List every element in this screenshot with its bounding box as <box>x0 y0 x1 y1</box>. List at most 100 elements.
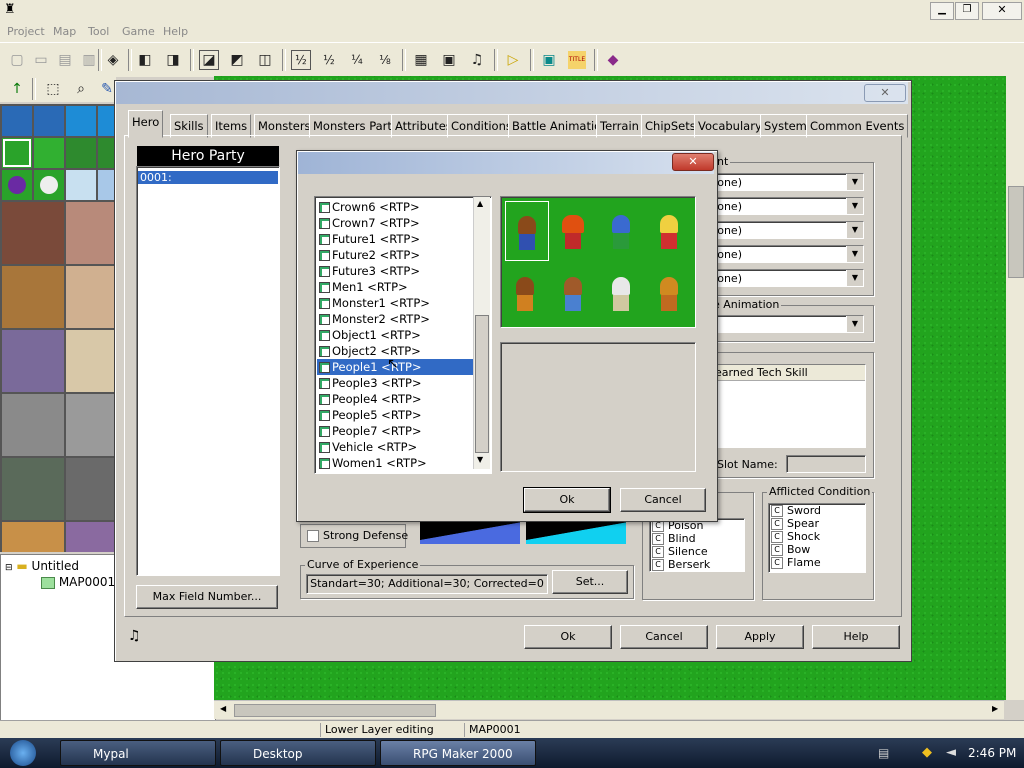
charset-list-item[interactable]: Vehicle <RTP> <box>317 439 417 455</box>
hero-list-item[interactable]: 0001: <box>138 171 278 184</box>
tile[interactable] <box>66 202 116 264</box>
menu-help[interactable]: Help <box>163 25 188 38</box>
database-close-button[interactable]: ✕ <box>864 84 906 102</box>
max-field-number-button[interactable]: Max Field Number... <box>136 585 278 609</box>
tree-root[interactable]: ⊟ ▬ Untitled <box>5 559 79 575</box>
equipment-accessory-select[interactable]: None) ▼ <box>708 269 864 287</box>
new-project-icon[interactable]: ▢ <box>8 51 26 69</box>
tech-skill-list[interactable]: earned Tech Skill <box>708 364 866 448</box>
charset-cancel-button[interactable]: Cancel <box>620 488 706 512</box>
charset-list-item[interactable]: People7 <RTP> <box>317 423 422 439</box>
animation-select[interactable]: ▼ <box>708 315 864 333</box>
upper-layer-icon[interactable]: ◨ <box>164 51 182 69</box>
fullscreen-icon[interactable]: ▣ <box>540 51 558 69</box>
sprite-cell[interactable] <box>649 267 689 323</box>
close-button[interactable]: ✕ <box>982 2 1022 20</box>
database-help-button[interactable]: Help <box>812 625 900 649</box>
zoom-1-2-icon[interactable]: ½ <box>320 51 338 69</box>
clock[interactable]: 2:46 PM <box>968 746 1016 760</box>
save-icon[interactable]: ▥ <box>80 51 98 69</box>
tile[interactable] <box>2 394 64 456</box>
events-layer-icon[interactable]: ◪ <box>199 50 219 70</box>
tile[interactable] <box>66 170 96 200</box>
sprite-cell[interactable] <box>505 267 545 323</box>
menu-tool[interactable]: Tool <box>88 25 109 38</box>
keyboard-icon[interactable]: ▤ <box>878 746 889 760</box>
tile[interactable] <box>2 458 64 520</box>
sprite-cell[interactable] <box>553 267 593 323</box>
tile[interactable] <box>34 106 64 136</box>
open-project-icon[interactable]: ▭ <box>32 51 50 69</box>
charset-close-button[interactable]: ✕ <box>672 153 714 171</box>
charset-ok-button[interactable]: Ok <box>523 487 611 513</box>
tile[interactable] <box>66 138 96 168</box>
menu-map[interactable]: Map <box>53 25 76 38</box>
condition-list[interactable]: C Sword C Spear C Shock C Bow C Flame <box>768 503 866 573</box>
list-item[interactable]: C Bow <box>769 543 865 556</box>
title-icon[interactable]: TITLE <box>568 51 586 69</box>
sprite-cell[interactable] <box>601 201 641 257</box>
tile-selected[interactable] <box>2 138 32 168</box>
tile[interactable] <box>66 330 116 392</box>
sprite-cell[interactable] <box>601 267 641 323</box>
start-orb-icon[interactable] <box>10 740 36 766</box>
charset-preview[interactable] <box>500 196 696 328</box>
restore-button[interactable]: ❐ <box>955 2 979 20</box>
attribute-list[interactable]: C Poison C Blind C Silence C Berserk <box>649 518 745 572</box>
lower-layer-icon[interactable]: ◧ <box>136 51 154 69</box>
database-ok-button[interactable]: Ok <box>524 625 612 649</box>
magnifier-icon[interactable]: ⌕ <box>72 80 90 98</box>
music-icon[interactable]: ♫ <box>468 51 486 69</box>
material-icon[interactable]: ▣ <box>440 51 458 69</box>
equipment-weapon-select[interactable]: None) ▼ <box>708 173 864 191</box>
charset-list-item[interactable]: People3 <RTP> <box>317 375 422 391</box>
list-item[interactable]: C Blind <box>650 532 744 545</box>
mp-curve-graph[interactable] <box>526 522 626 544</box>
tile[interactable] <box>2 202 64 264</box>
task-desktop[interactable]: Desktop <box>220 740 376 766</box>
charset-list-item[interactable]: Object1 <RTP> <box>317 327 421 343</box>
volume-icon[interactable]: ◄ <box>946 745 956 760</box>
shield-icon[interactable]: ◆ <box>922 745 932 760</box>
charset-list-scrollbar[interactable]: ▲ ▼ <box>473 197 490 469</box>
menu-game[interactable]: Game <box>122 25 155 38</box>
zoom-1-1-icon[interactable]: ½ <box>291 50 311 70</box>
play-test-icon[interactable]: ▷ <box>504 51 522 69</box>
charset-list-item[interactable]: People1 <RTP> <box>317 359 486 375</box>
charset-list-item[interactable]: Men1 <RTP> <box>317 279 408 295</box>
tile[interactable] <box>2 522 64 552</box>
list-item[interactable]: C Berserk <box>650 558 744 571</box>
charset-list-item[interactable]: Crown7 <RTP> <box>317 215 420 231</box>
task-rpg-maker[interactable]: RPG Maker 2000 <box>380 740 536 766</box>
map-horizontal-scrollbar[interactable]: ◀ ▶ <box>214 700 1004 719</box>
charset-list-item[interactable]: Monster2 <RTP> <box>317 311 430 327</box>
database-icon[interactable]: ▦ <box>412 51 430 69</box>
database-apply-button[interactable]: Apply <box>716 625 804 649</box>
list-item[interactable]: C Flame <box>769 556 865 569</box>
music-note-icon[interactable]: ♫ <box>128 628 141 644</box>
select-icon[interactable]: ⬚ <box>44 80 62 98</box>
sprite-cell[interactable] <box>553 201 593 257</box>
map-vertical-scrollbar[interactable] <box>1006 76 1024 700</box>
sprite-cell[interactable] <box>505 201 549 261</box>
hero-list[interactable]: 0001: <box>136 166 280 576</box>
list-item[interactable]: C Silence <box>650 545 744 558</box>
pencil-tool-icon[interactable]: ◩ <box>228 51 246 69</box>
set-curve-button[interactable]: Set... <box>552 570 628 594</box>
equipment-shield-select[interactable]: None) ▼ <box>708 197 864 215</box>
hp-curve-graph[interactable] <box>420 522 520 544</box>
list-item[interactable]: C Shock <box>769 530 865 543</box>
tree-map-item[interactable]: MAP0001 <box>41 575 115 589</box>
charset-list-item[interactable]: Future1 <RTP> <box>317 231 420 247</box>
charset-list-item[interactable]: Crown6 <RTP> <box>317 199 420 215</box>
tile[interactable] <box>2 106 32 136</box>
equipment-helmet-select[interactable]: None) ▼ <box>708 245 864 263</box>
tile[interactable] <box>2 170 32 200</box>
close-project-icon[interactable]: ▤ <box>56 51 74 69</box>
tile[interactable] <box>66 522 116 552</box>
charset-list-item[interactable]: Object2 <RTP> <box>317 343 421 359</box>
strong-defense-checkbox[interactable]: Strong Defense <box>300 524 408 548</box>
menu-project[interactable]: Project <box>7 25 45 38</box>
tile[interactable] <box>66 266 116 328</box>
tile[interactable] <box>66 106 96 136</box>
